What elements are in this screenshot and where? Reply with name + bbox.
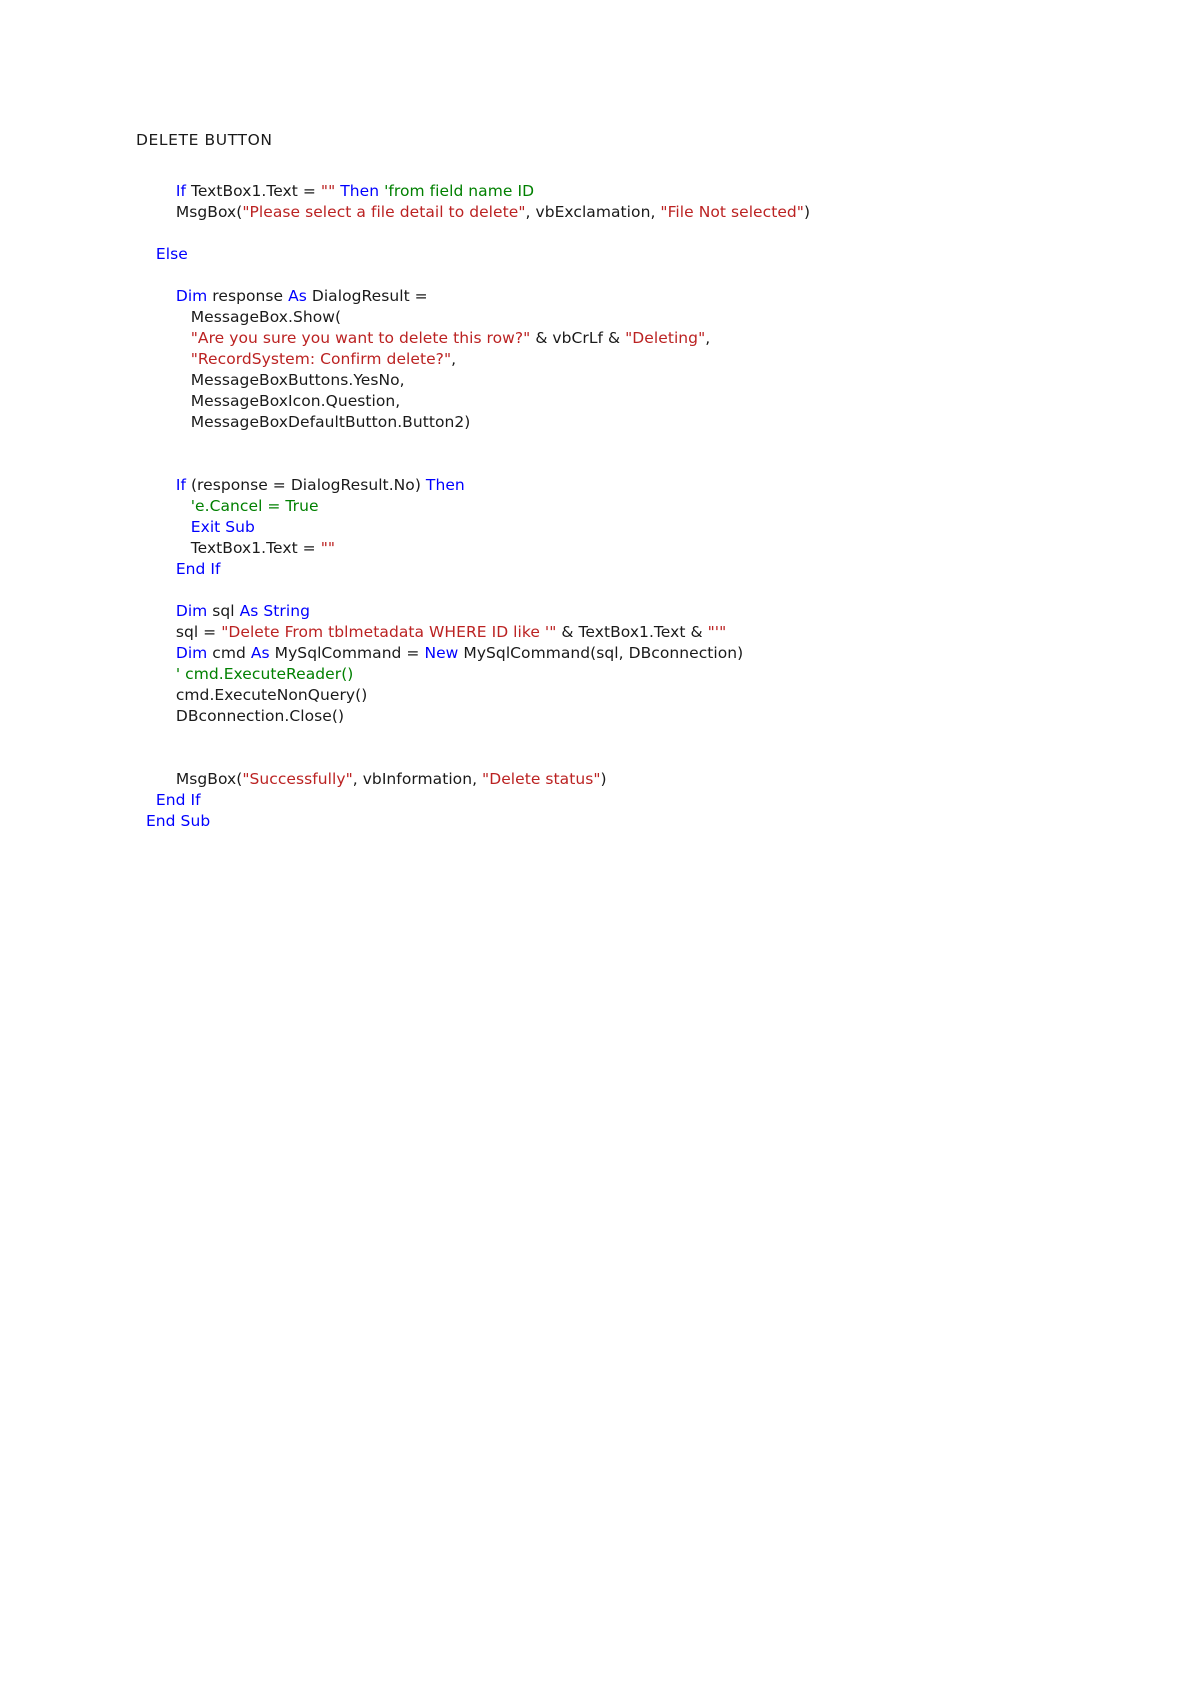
code-token-kw: Else — [155, 244, 188, 263]
code-token-kw: If — [175, 475, 191, 494]
code-token-kw: End Sub — [145, 811, 211, 830]
code-token-cmt: 'e.Cancel = True — [190, 496, 319, 515]
document-page: DELETE BUTTON If TextBox1.Text = "" Then… — [0, 0, 1200, 1696]
code-token-plain: MsgBox( — [175, 202, 243, 221]
code-token-plain: MessageBoxDefaultButton.Button2) — [190, 412, 471, 431]
code-token-str: "Please select a file detail to delete" — [242, 202, 526, 221]
document-body: DELETE BUTTON If TextBox1.Text = "" Then… — [136, 130, 1096, 832]
code-line: End If — [136, 790, 1096, 811]
code-token-kw: Exit Sub — [190, 517, 255, 536]
code-line: MessageBoxIcon.Question, — [136, 391, 1096, 412]
code-token-plain: MySqlCommand(sql, DBconnection) — [463, 643, 744, 662]
code-token-plain: sql = — [175, 622, 222, 641]
code-line: Dim response As DialogResult = — [136, 286, 1096, 307]
code-token-kw: Dim — [175, 601, 213, 620]
code-token-plain: MessageBox.Show( — [190, 307, 342, 326]
code-token-plain: MySqlCommand = — [274, 643, 425, 662]
code-line: Else — [136, 244, 1096, 265]
code-line: End If — [136, 559, 1096, 580]
code-token-str: "Are you sure you want to delete this ro… — [190, 328, 531, 347]
code-line: TextBox1.Text = "" — [136, 538, 1096, 559]
code-token-str: "" — [320, 538, 336, 557]
code-token-plain: sql — [212, 601, 240, 620]
code-token-kw: If — [175, 181, 191, 200]
code-token-str: "RecordSystem: Confirm delete?" — [190, 349, 452, 368]
code-token-plain: cmd — [212, 643, 251, 662]
code-token-kw: New — [424, 643, 464, 662]
code-token-kw: As String — [239, 601, 310, 620]
code-line: MessageBoxButtons.YesNo, — [136, 370, 1096, 391]
code-line: End Sub — [136, 811, 1096, 832]
code-line: DBconnection.Close() — [136, 706, 1096, 727]
code-token-str: "Delete status" — [482, 769, 601, 788]
code-token-kw: Then — [425, 475, 465, 494]
code-token-plain: (response = DialogResult.No) — [190, 475, 426, 494]
code-token-str: "Deleting" — [625, 328, 706, 347]
code-line: sql = "Delete From tblmetadata WHERE ID … — [136, 622, 1096, 643]
code-token-plain: , — [705, 328, 711, 347]
code-token-plain: & vbCrLf & — [530, 328, 626, 347]
code-token-str: "Delete From tblmetadata WHERE ID like '… — [221, 622, 557, 641]
code-line: MessageBox.Show( — [136, 307, 1096, 328]
code-token-plain: ) — [804, 202, 811, 221]
code-token-cmt: 'from field name ID — [384, 181, 535, 200]
code-token-plain: TextBox1.Text = — [190, 538, 321, 557]
code-token-str: "File Not selected" — [660, 202, 804, 221]
code-line: Exit Sub — [136, 517, 1096, 538]
code-token-plain: MsgBox( — [175, 769, 243, 788]
page-title: DELETE BUTTON — [136, 131, 273, 149]
code-token-kw: As — [250, 643, 275, 662]
code-token-cmt: ' cmd.ExecuteReader() — [175, 664, 354, 683]
code-line: "Are you sure you want to delete this ro… — [136, 328, 1096, 349]
code-token-plain: MessageBoxButtons.YesNo, — [190, 370, 405, 389]
code-token-str: "" — [320, 181, 336, 200]
code-line: If TextBox1.Text = "" Then 'from field n… — [136, 181, 1096, 202]
code-line: Dim cmd As MySqlCommand = New MySqlComma… — [136, 643, 1096, 664]
code-token-plain: ) — [600, 769, 607, 788]
code-token-kw: End If — [155, 790, 201, 809]
code-token-plain: cmd.ExecuteNonQuery() — [175, 685, 368, 704]
code-line: MessageBoxDefaultButton.Button2) — [136, 412, 1096, 433]
code-line: cmd.ExecuteNonQuery() — [136, 685, 1096, 706]
code-token-plain: & TextBox1.Text & — [556, 622, 708, 641]
code-token-plain: response — [212, 286, 289, 305]
code-line: ' cmd.ExecuteReader() — [136, 664, 1096, 685]
code-token-kw: End If — [175, 559, 221, 578]
code-token-plain: MessageBoxIcon.Question, — [190, 391, 401, 410]
code-line: MsgBox("Please select a file detail to d… — [136, 202, 1096, 223]
code-line: 'e.Cancel = True — [136, 496, 1096, 517]
code-token-plain: DialogResult = — [311, 286, 428, 305]
code-line: MsgBox("Successfully", vbInformation, "D… — [136, 769, 1096, 790]
code-line: Dim sql As String — [136, 601, 1096, 622]
code-token-str: "Successfully" — [242, 769, 353, 788]
code-token-kw: As — [288, 286, 312, 305]
code-token-plain: TextBox1.Text = — [190, 181, 321, 200]
code-token-kw: Dim — [175, 286, 213, 305]
code-line: "RecordSystem: Confirm delete?", — [136, 349, 1096, 370]
code-token-plain: , vbExclamation, — [525, 202, 661, 221]
code-token-plain: , — [451, 349, 457, 368]
code-token-kw: Dim — [175, 643, 213, 662]
code-token-kw: Then — [340, 181, 380, 200]
code-token-str: "'" — [707, 622, 727, 641]
code-token-plain: , vbInformation, — [352, 769, 483, 788]
code-line: If (response = DialogResult.No) Then — [136, 475, 1096, 496]
code-token-plain: DBconnection.Close() — [175, 706, 345, 725]
code-listing: If TextBox1.Text = "" Then 'from field n… — [136, 181, 1096, 832]
